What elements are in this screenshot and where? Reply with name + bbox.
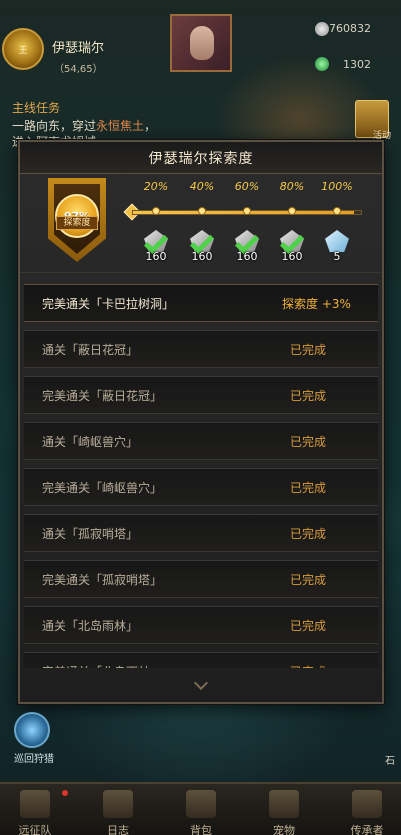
pet-icon: [269, 790, 299, 818]
task-row[interactable]: 通关「蔽日花冠」 已完成: [24, 330, 378, 368]
dialog-title: 伊瑟瑞尔探索度: [148, 150, 254, 167]
scroll-icon: [103, 790, 133, 818]
task-list[interactable]: 完美通关「卡巴拉树洞」 探索度 +3% 通关「蔽日花冠」 已完成 完美通关「蔽日花冠」已…: [24, 284, 378, 668]
milestone: 20%: [133, 180, 179, 215]
milestone-reward[interactable]: 5: [322, 228, 352, 263]
milestone-dot: [152, 207, 160, 215]
dialog-title-bar: 伊瑟瑞尔探索度: [20, 142, 382, 174]
task-label: 通关「孤寂哨塔」: [42, 527, 139, 541]
milestone-dot: [288, 207, 296, 215]
task-label: 通关「蔽日花冠」: [42, 343, 139, 357]
task-row[interactable]: 通关「孤寂哨塔」 已完成: [24, 514, 378, 552]
milestone: 40%: [179, 180, 225, 215]
quest-title[interactable]: 主线任务: [12, 99, 60, 116]
crossed-swords-icon: [352, 790, 382, 818]
task-status: 已完成: [290, 663, 326, 668]
milestone-percent: 40%: [189, 180, 215, 193]
task-row[interactable]: 完美通关「孤寂哨塔」 已完成: [24, 560, 378, 598]
hunting-tour-label[interactable]: 巡回狩猎: [14, 750, 54, 765]
task-status: 已完成: [290, 527, 327, 541]
milestone-percent: 80%: [279, 180, 305, 193]
nav-label: 宠物: [273, 824, 295, 835]
task-label: 完美通关「崎岖兽穴」: [42, 481, 163, 495]
task-label: 完美通关「卡巴拉树洞」: [42, 297, 175, 311]
chevron-down-icon: [193, 675, 209, 691]
nav-label: 背包: [190, 824, 212, 835]
milestone-dot: [243, 207, 251, 215]
milestone-dot: [333, 207, 341, 215]
reward-quantity: 160: [281, 250, 303, 263]
task-status: 已完成: [290, 481, 327, 495]
task-row[interactable]: 完美通关「北岛雨林」 已完成: [24, 652, 378, 668]
task-label: 完美通关「孤寂哨塔」: [42, 573, 163, 587]
task-status: 已完成: [290, 573, 327, 587]
notification-dot: [62, 790, 68, 796]
player-coords: （54,65）: [54, 64, 103, 75]
nav-label: 传承者: [350, 824, 384, 835]
task-row[interactable]: 通关「崎岖兽穴」 已完成: [24, 422, 378, 460]
nav-label: 日志: [107, 824, 129, 835]
quest-line1-post: ，: [144, 119, 157, 133]
task-status: 已完成: [290, 389, 327, 403]
milestone-reward[interactable]: 160: [141, 228, 171, 263]
silver-coin-icon: [315, 22, 329, 36]
horned-helmet-icon: [20, 790, 50, 818]
nav-item[interactable]: 远征队: [0, 784, 70, 835]
quest-highlight: 永恒焦土: [96, 119, 145, 133]
nav-item[interactable]: 传承者: [332, 784, 401, 835]
milestone-reward[interactable]: 160: [187, 228, 217, 263]
bottom-nav: 远征队 日志 背包 宠物 传承者: [0, 782, 401, 835]
task-label: 通关「北岛雨林」: [42, 619, 139, 633]
task-row[interactable]: 通关「北岛雨林」 已完成: [24, 606, 378, 644]
task-status: 已完成: [290, 435, 327, 449]
milestone: 80%: [269, 180, 315, 215]
player-name: 伊瑟瑞尔: [52, 41, 105, 56]
milestone: 100%: [314, 180, 360, 215]
milestone: 60%: [224, 180, 270, 215]
reward-quantity: 160: [191, 250, 213, 263]
hero-portrait[interactable]: [170, 14, 232, 72]
resource-silver: 760832: [329, 22, 371, 35]
hunting-tour-icon[interactable]: [14, 712, 50, 748]
task-status: 探索度 +3%: [282, 297, 351, 311]
bag-icon: [186, 790, 216, 818]
task-row[interactable]: 完美通关「蔽日花冠」 已完成: [24, 376, 378, 414]
task-row[interactable]: 完美通关「崎岖兽穴」 已完成: [24, 468, 378, 506]
reward-quantity: 160: [145, 250, 167, 263]
nav-item[interactable]: 宠物: [249, 784, 319, 835]
blue-crystal-icon: [325, 230, 349, 252]
progress-label: 探索度: [56, 216, 98, 230]
hero-face: [190, 26, 214, 60]
task-status: 已完成: [290, 619, 327, 633]
top-hud: 王 伊瑟瑞尔 （54,65） 760832 1302: [0, 0, 401, 95]
milestone-dot: [198, 207, 206, 215]
reward-quantity: 160: [236, 250, 258, 263]
task-label: 完美通关「蔽日花冠」: [42, 389, 163, 403]
resource-gem: 1302: [343, 58, 371, 71]
milestone-reward[interactable]: 160: [232, 228, 262, 263]
nav-item[interactable]: 背包: [166, 784, 236, 835]
quest-line1-pre: 一路向东，穿过: [12, 119, 97, 133]
task-status: 已完成: [290, 343, 327, 357]
avatar-text: 王: [18, 45, 28, 56]
green-gem-icon: [315, 57, 329, 71]
milestone-percent: 60%: [234, 180, 260, 193]
exploration-dialog: 伊瑟瑞尔探索度 97% 探索度 20%16040%16060%16080%160…: [18, 140, 384, 704]
side-right-label[interactable]: 石: [385, 752, 395, 767]
nav-label: 远征队: [18, 824, 52, 835]
divider: [20, 272, 382, 273]
task-label: 通关「崎岖兽穴」: [42, 435, 139, 449]
task-row[interactable]: 完美通关「卡巴拉树洞」 探索度 +3%: [24, 284, 378, 322]
milestone-percent: 20%: [143, 180, 169, 193]
task-label: 完美通关「北岛雨林」: [42, 663, 162, 668]
nav-item[interactable]: 日志: [83, 784, 153, 835]
reward-quantity: 5: [333, 250, 341, 263]
milestone-percent: 100%: [321, 180, 353, 193]
player-avatar[interactable]: 王: [2, 28, 44, 70]
milestone-reward[interactable]: 160: [277, 228, 307, 263]
